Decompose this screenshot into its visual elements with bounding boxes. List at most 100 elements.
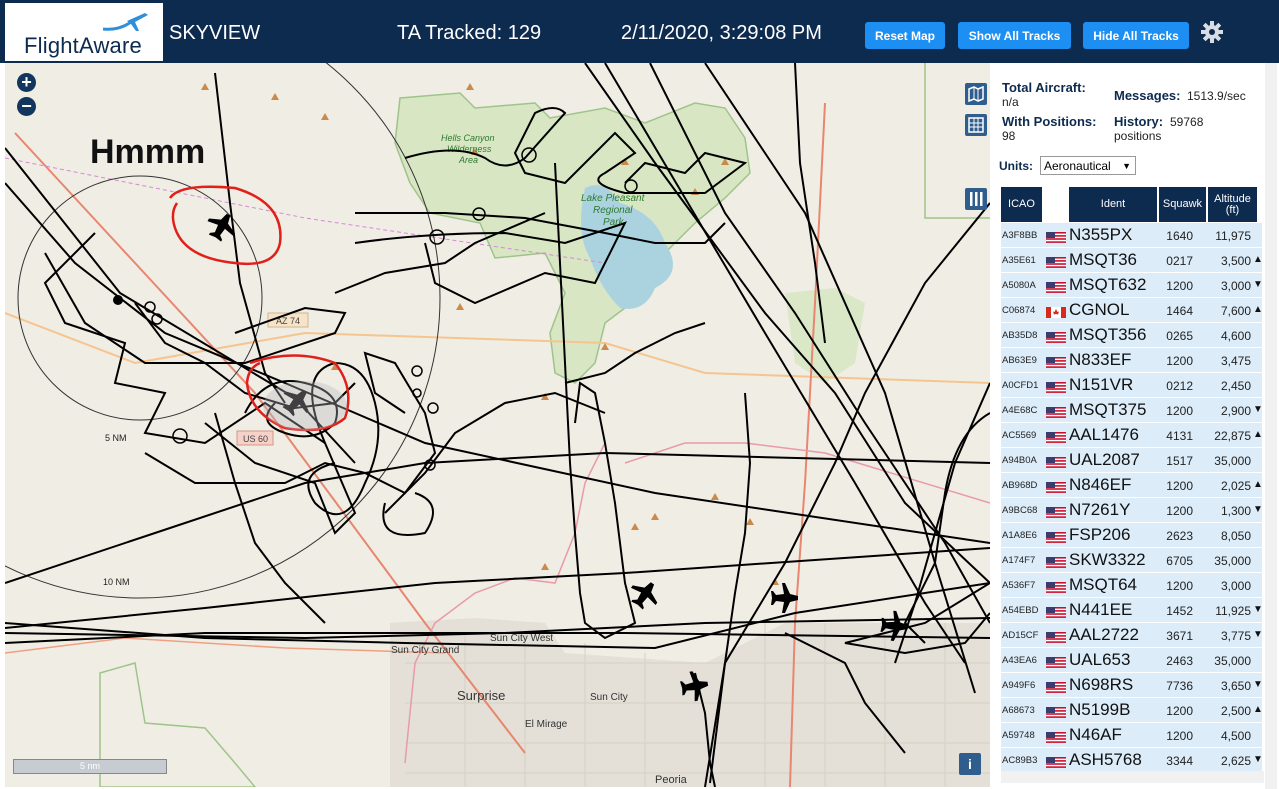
- hide-all-tracks-button[interactable]: Hide All Tracks: [1083, 22, 1189, 49]
- map-canvas[interactable]: 5 NM 10 NM Hells Canyon Wilderness Area …: [5, 63, 990, 787]
- table-row[interactable]: A59748 N46AF 1200 4,500: [1001, 723, 1262, 748]
- altitude-trend-icon: ▲: [1253, 704, 1263, 715]
- us-flag-icon: [1046, 455, 1066, 468]
- ident-cell: UAL653: [1069, 650, 1131, 669]
- table-row[interactable]: A9BC68 N7261Y 1200 1,300 ▼: [1001, 498, 1263, 523]
- squawk-cell: 1200: [1166, 504, 1193, 518]
- column-header-ident[interactable]: Ident: [1069, 187, 1157, 222]
- altitude-trend-icon: ▼: [1253, 279, 1263, 290]
- ring-label-5nm: 5 NM: [105, 433, 127, 443]
- table-row[interactable]: AB968D N846EF 1200 2,025 ▲: [1001, 473, 1263, 498]
- altitude-trend-icon: ▼: [1253, 404, 1263, 415]
- altitude-cell: 3,000: [1220, 579, 1251, 593]
- table-row[interactable]: A949F6 N698RS 7736 3,650 ▼: [1001, 673, 1263, 698]
- altitude-cell: 4,500: [1220, 729, 1251, 743]
- map-layers-button[interactable]: [965, 83, 987, 105]
- flightaware-logo[interactable]: FlightAware: [5, 3, 163, 61]
- altitude-cell: 1,300: [1220, 504, 1251, 518]
- receiver-location: [113, 295, 123, 305]
- icao-cell: A54EBD: [1002, 605, 1039, 616]
- altitude-trend-icon: ▼: [1253, 504, 1263, 515]
- altitude-cell: 3,000: [1220, 279, 1251, 293]
- aircraft-icon[interactable]: [771, 583, 798, 613]
- table-row[interactable]: A54EBD N441EE 1452 11,925 ▼: [1001, 598, 1263, 623]
- icao-cell: A3F8BB: [1002, 230, 1038, 241]
- zoom-out-button[interactable]: −: [17, 97, 36, 116]
- label-lake-pleasant-1: Lake Pleasant: [581, 193, 646, 204]
- table-row[interactable]: A536F7 MSQT64 1200 3,000: [1001, 573, 1262, 598]
- squawk-cell: 1517: [1166, 454, 1193, 468]
- table-row[interactable]: A43EA6 UAL653 2463 35,000: [1001, 648, 1262, 673]
- squawk-cell: 7736: [1166, 679, 1193, 693]
- icao-cell: A59748: [1002, 730, 1035, 741]
- us-flag-icon: [1046, 580, 1066, 593]
- zoom-in-button[interactable]: +: [17, 73, 36, 92]
- ident-cell: N355PX: [1069, 225, 1133, 244]
- us-flag-icon: [1046, 230, 1066, 243]
- ident-cell: MSQT375: [1069, 400, 1147, 419]
- squawk-cell: 3344: [1166, 754, 1193, 768]
- plane-logo-icon: [102, 13, 148, 31]
- messages-label: Messages:: [1114, 88, 1181, 103]
- table-row[interactable]: A4E68C MSQT375 1200 2,900 ▼: [1001, 398, 1263, 423]
- ident-cell: N833EF: [1069, 350, 1132, 369]
- reset-map-button[interactable]: Reset Map: [865, 22, 945, 49]
- label-sun-city: Sun City: [590, 692, 628, 703]
- annotation-text: Hmmm: [90, 133, 205, 171]
- table-row[interactable]: AD15CF AAL2722 3671 3,775 ▼: [1001, 623, 1263, 648]
- dropdown-arrow-icon: ▼: [1122, 161, 1131, 171]
- table-row[interactable]: AB63E9 N833EF 1200 3,475: [1001, 348, 1262, 373]
- ident-cell: SKW3322: [1069, 550, 1146, 569]
- altitude-cell: 22,875: [1214, 429, 1251, 443]
- ident-cell: N846EF: [1069, 475, 1132, 494]
- squawk-cell: 1640: [1166, 229, 1193, 243]
- icao-cell: AD15CF: [1002, 630, 1039, 641]
- squawk-cell: 1452: [1166, 604, 1193, 618]
- us-flag-icon: [1046, 655, 1066, 668]
- logo-text: FlightAware: [24, 33, 142, 58]
- column-header-icao[interactable]: ICAO: [1001, 187, 1042, 222]
- us-flag-icon: [1046, 505, 1066, 518]
- vertical-scrollbar[interactable]: [1265, 63, 1277, 789]
- column-header-altitude[interactable]: Altitude (ft): [1208, 187, 1257, 222]
- gear-icon[interactable]: [1200, 20, 1224, 44]
- history-label: History:: [1114, 114, 1164, 129]
- columns-toggle-button[interactable]: [965, 188, 987, 210]
- altitude-trend-icon: ▼: [1253, 629, 1263, 640]
- grid-overlay-button[interactable]: [965, 114, 987, 136]
- table-row[interactable]: A0CFD1 N151VR 0212 2,450: [1001, 373, 1262, 398]
- table-row[interactable]: A1A8E6 FSP206 2623 8,050: [1001, 523, 1262, 548]
- label-hells-canyon-3: Area: [458, 155, 478, 165]
- altitude-cell: 35,000: [1214, 554, 1251, 568]
- table-row[interactable]: A5080A MSQT632 1200 3,000 ▼: [1001, 273, 1263, 298]
- label-sun-city-west: Sun City West: [490, 633, 553, 644]
- table-row[interactable]: A174F7 SKW3322 6705 35,000: [1001, 548, 1262, 573]
- us-flag-icon: [1046, 680, 1066, 693]
- ident-cell: AAL2722: [1069, 625, 1139, 644]
- total-aircraft-value: n/a: [1002, 95, 1019, 109]
- info-button[interactable]: i: [959, 753, 981, 775]
- ident-cell: AAL1476: [1069, 425, 1139, 444]
- column-header-squawk[interactable]: Squawk: [1159, 187, 1206, 222]
- squawk-cell: 0212: [1166, 379, 1193, 393]
- table-row[interactable]: AC5569 AAL1476 4131 22,875 ▲: [1001, 423, 1263, 448]
- units-select[interactable]: Aeronautical ▼: [1040, 156, 1136, 175]
- map-view[interactable]: 5 NM 10 NM Hells Canyon Wilderness Area …: [5, 63, 990, 787]
- table-row[interactable]: C06874 CGNOL 1464 7,600 ▲: [1001, 298, 1263, 323]
- ident-cell: MSQT356: [1069, 325, 1147, 344]
- us-flag-icon: [1046, 330, 1066, 343]
- table-row[interactable]: A35E61 MSQT36 0217 3,500 ▲: [1001, 248, 1263, 273]
- icao-cell: A4E68C: [1002, 405, 1038, 416]
- table-row[interactable]: A94B0A UAL2087 1517 35,000: [1001, 448, 1262, 473]
- table-row[interactable]: A68673 N5199B 1200 2,500 ▲: [1001, 698, 1263, 723]
- show-all-tracks-button[interactable]: Show All Tracks: [958, 22, 1071, 49]
- ident-cell: N5199B: [1069, 700, 1131, 719]
- table-row[interactable]: AB35D8 MSQT356 0265 4,600: [1001, 323, 1262, 348]
- altitude-cell: 11,925: [1215, 604, 1251, 618]
- aircraft-panel: Total Aircraft: n/a With Positions: 98 M…: [990, 63, 1279, 789]
- squawk-cell: 0265: [1166, 329, 1193, 343]
- horizontal-scrollbar[interactable]: [1001, 771, 1264, 783]
- table-row[interactable]: A3F8BB N355PX 1640 11,975: [1001, 223, 1262, 248]
- table-row[interactable]: AC89B3 ASH5768 3344 2,625 ▼: [1001, 748, 1263, 773]
- altitude-cell: 2,625: [1220, 754, 1251, 768]
